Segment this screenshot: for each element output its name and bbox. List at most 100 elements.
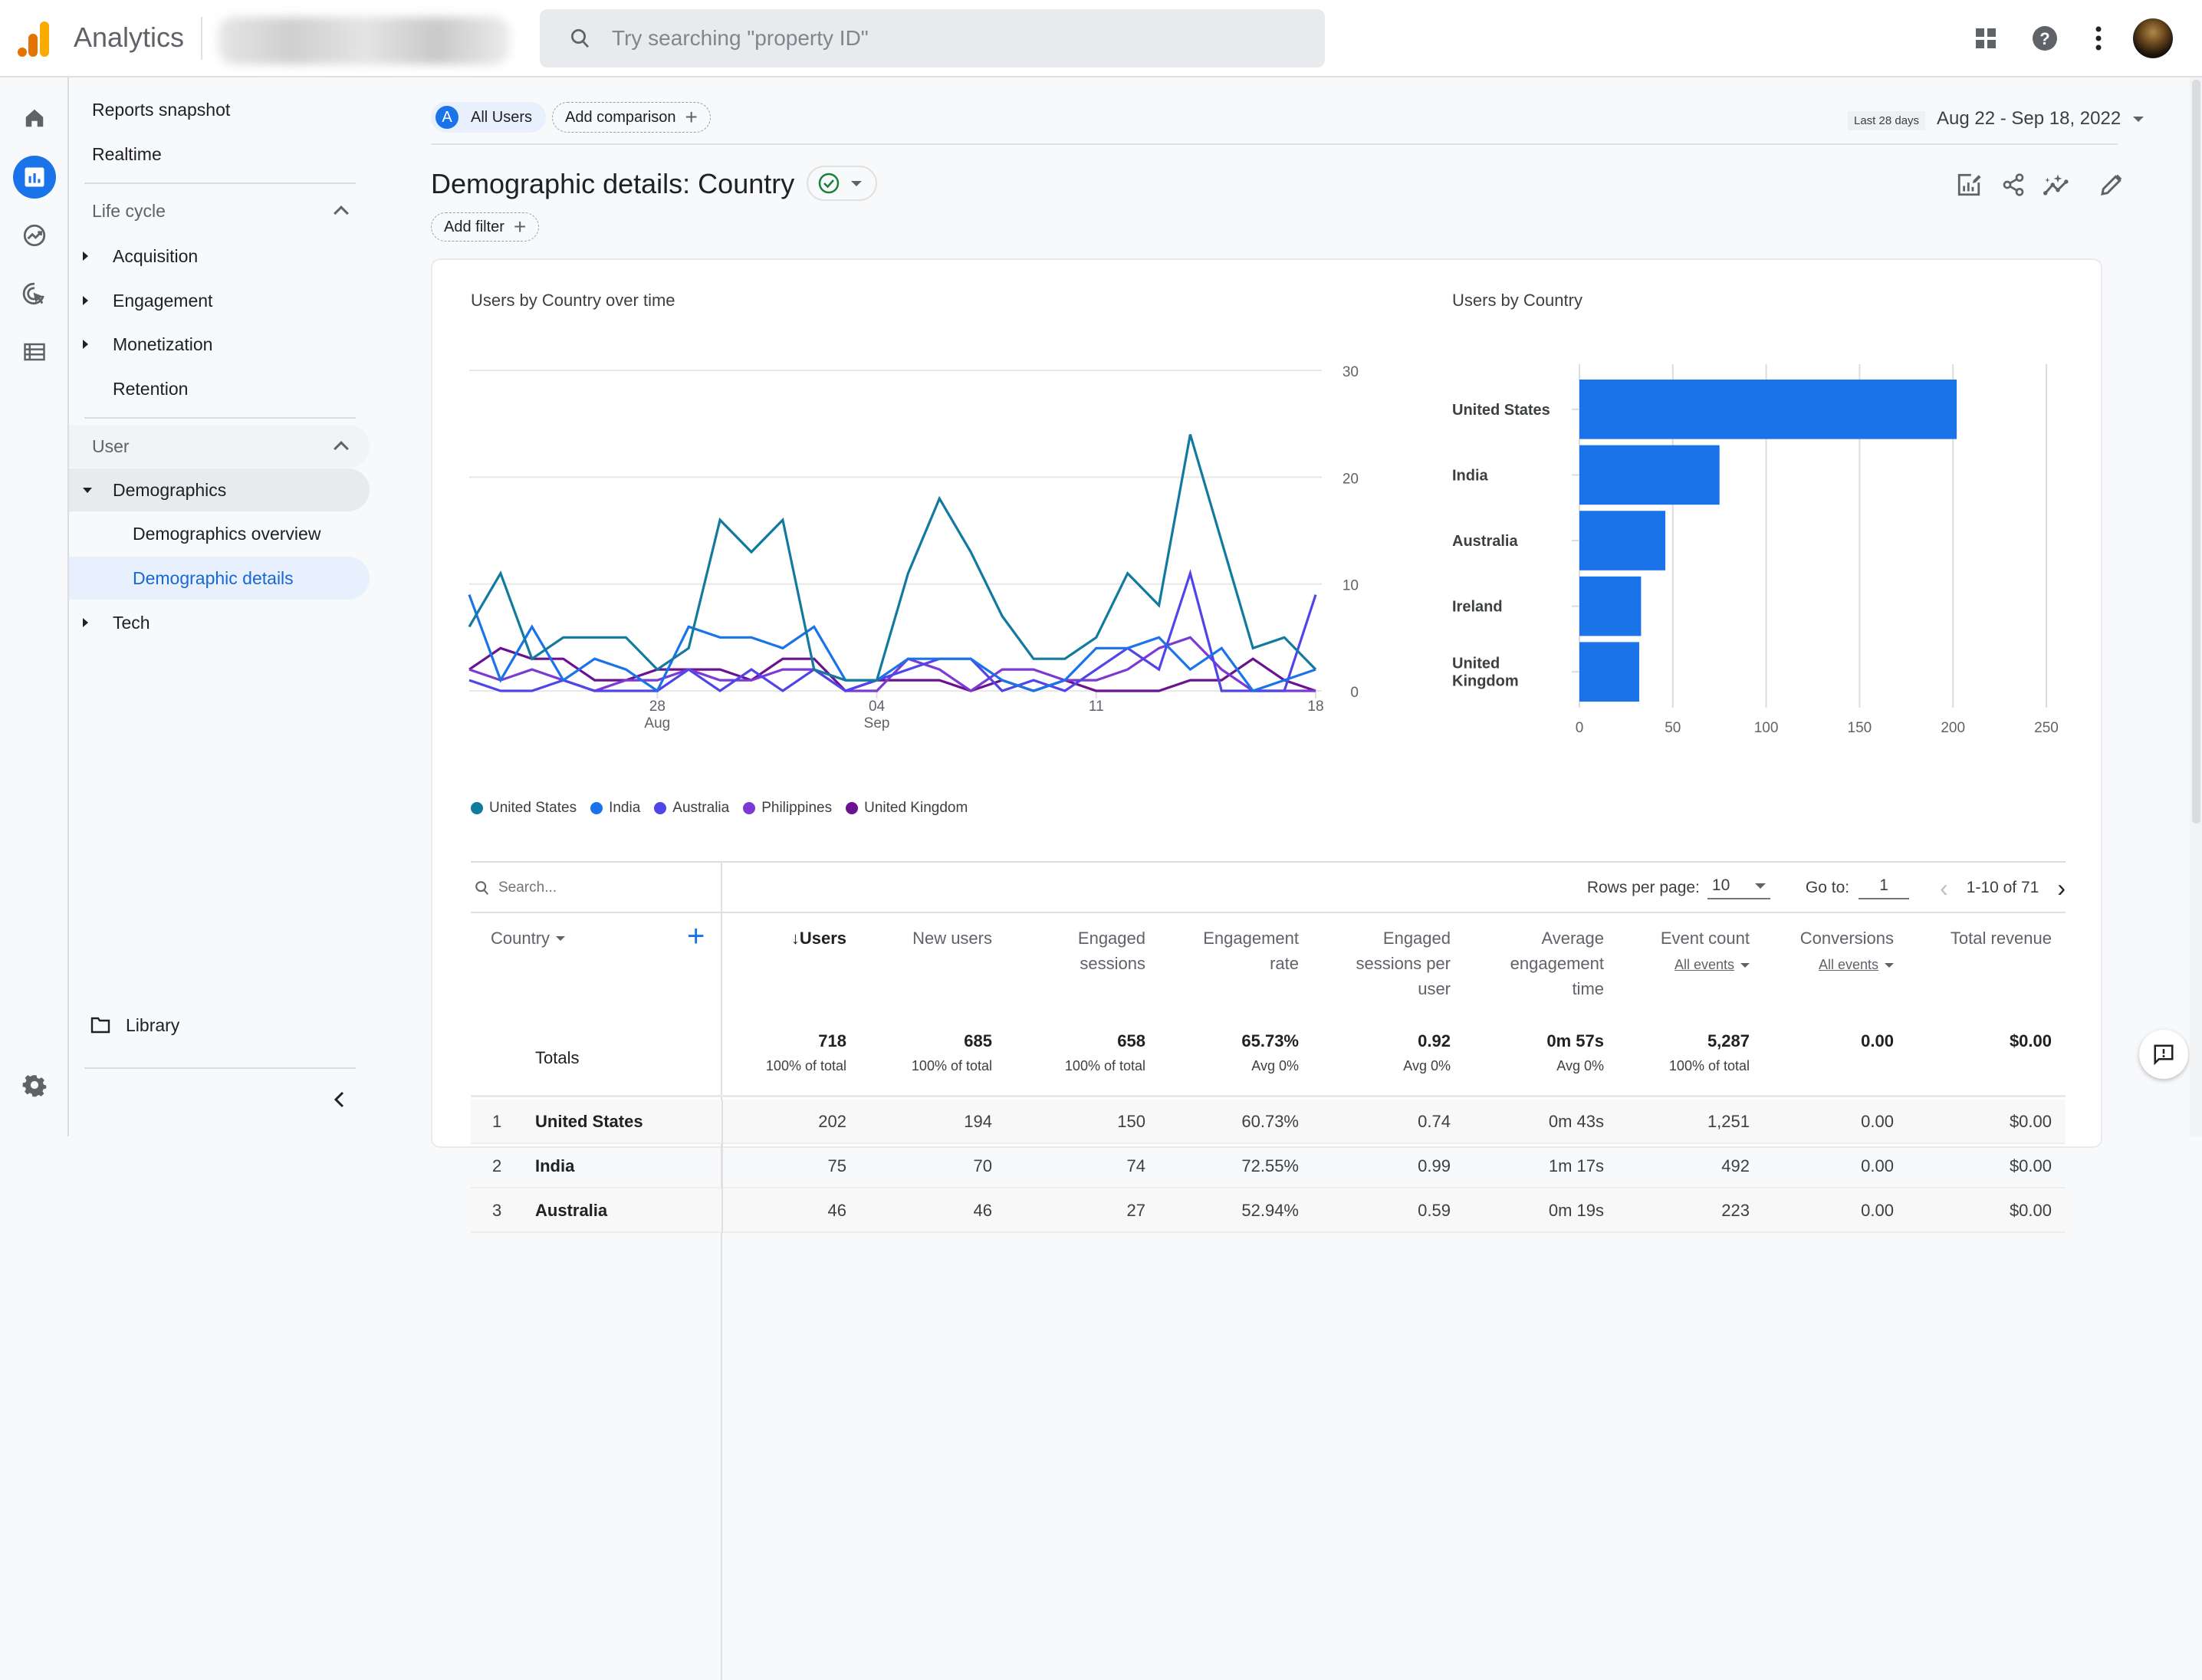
- account-avatar[interactable]: [2133, 18, 2173, 58]
- column-header[interactable]: Engaged sessions: [1078, 913, 1145, 1021]
- table-row[interactable]: 3 Australia 46 46 27 52.94% 0.59 0m 19s 223 0.00 $…: [471, 1188, 2066, 1233]
- folder-icon: [90, 1017, 110, 1034]
- search-icon: [571, 29, 590, 48]
- prev-page-icon[interactable]: ‹: [1940, 874, 1948, 902]
- pagination: Rows per page: 10 Go to: 1 ‹ 1-10 of 71 …: [1587, 863, 2066, 913]
- nav-demographics[interactable]: Demographics: [69, 468, 370, 511]
- column-header[interactable]: New users: [912, 913, 992, 1021]
- nav-library[interactable]: Library: [69, 1004, 370, 1047]
- metric-filter-select[interactable]: All events: [1819, 952, 1894, 978]
- nav-tech[interactable]: Tech: [69, 601, 370, 644]
- total-cell: 0m 57s Avg 0%: [1546, 1030, 1604, 1079]
- column-header[interactable]: Engagement rate: [1203, 913, 1299, 1021]
- row-country[interactable]: India: [535, 1156, 574, 1176]
- dimension-header-country[interactable]: Country: [491, 929, 566, 948]
- rows-per-page-select[interactable]: 10: [1707, 876, 1770, 899]
- add-dimension-plus-icon[interactable]: +: [687, 921, 705, 952]
- search-bar[interactable]: [540, 9, 1325, 67]
- bar-australia: [1579, 511, 1666, 570]
- nav-section-life-cycle[interactable]: Life cycle: [69, 189, 370, 232]
- column-header[interactable]: Event count All events: [1661, 913, 1750, 1021]
- nav-retention[interactable]: Retention: [69, 367, 370, 410]
- row-country[interactable]: United States: [535, 1112, 643, 1132]
- report-status-chip[interactable]: [807, 166, 877, 201]
- legend-item[interactable]: Philippines: [743, 800, 832, 817]
- customize-report-icon[interactable]: [1952, 168, 1986, 202]
- more-vert-icon[interactable]: [2082, 21, 2115, 55]
- column-header[interactable]: ↓Users: [791, 913, 846, 1021]
- help-icon[interactable]: ?: [2028, 21, 2062, 55]
- legend-item[interactable]: United States: [471, 800, 577, 817]
- legend-item[interactable]: Australia: [654, 800, 729, 817]
- table-row[interactable]: 1 United States 202 194 150 60.73% 0.74 0m 43s 1…: [471, 1100, 2066, 1144]
- explore-icon[interactable]: [13, 214, 56, 257]
- header-label: time: [1572, 979, 1604, 998]
- legend-item[interactable]: India: [590, 800, 640, 817]
- search-icon: [475, 881, 489, 895]
- search-input[interactable]: [612, 26, 1225, 51]
- page-scrollbar-thumb[interactable]: [2192, 80, 2200, 824]
- add-filter-button[interactable]: Add filter +: [431, 212, 540, 242]
- totals-label: Totals: [535, 1048, 580, 1067]
- total-value: 658: [1117, 1031, 1145, 1050]
- nav-demographics-overview[interactable]: Demographics overview: [69, 512, 370, 555]
- column-divider: [721, 1144, 723, 1188]
- dropdown-arrow-icon: [556, 936, 566, 941]
- add-comparison-button[interactable]: Add comparison +: [552, 102, 711, 133]
- header-label: ↓Users: [790, 929, 846, 948]
- table-cell: 72.55%: [1241, 1156, 1299, 1175]
- column-header[interactable]: Average engagement time: [1510, 913, 1604, 1021]
- x-tick-label: 50: [1665, 720, 1681, 736]
- goto-label: Go to:: [1805, 879, 1850, 896]
- nav-demographic-details[interactable]: Demographic details: [69, 557, 370, 600]
- column-divider: [721, 1100, 723, 1144]
- metric-filter-select[interactable]: All events: [1675, 952, 1750, 978]
- nav-section-user[interactable]: User: [69, 425, 370, 468]
- table-cell: 492: [1721, 1156, 1750, 1175]
- table-cell: 0.99: [1418, 1156, 1451, 1175]
- table-cell: 0.74: [1418, 1112, 1451, 1131]
- total-cell: $0.00: [2010, 1030, 2052, 1079]
- apps-grid-icon[interactable]: [1969, 21, 2003, 55]
- analytics-logo-icon[interactable]: [17, 20, 52, 58]
- home-icon[interactable]: [13, 97, 56, 140]
- nav-engagement[interactable]: Engagement: [69, 279, 370, 322]
- header-label: Engagement: [1203, 929, 1299, 948]
- nav-reports-snapshot[interactable]: Reports snapshot: [69, 88, 370, 131]
- settings-icon[interactable]: [13, 1064, 56, 1106]
- advertising-icon[interactable]: [13, 272, 56, 315]
- plus-icon: +: [513, 215, 527, 238]
- nav-realtime[interactable]: Realtime: [69, 133, 370, 176]
- column-header[interactable]: Engaged sessions per user: [1356, 913, 1451, 1021]
- nav-monetization[interactable]: Monetization: [69, 323, 370, 366]
- legend-item[interactable]: United Kingdom: [846, 800, 968, 817]
- table-search-input[interactable]: [498, 879, 698, 896]
- goto-page-input[interactable]: 1: [1859, 876, 1910, 899]
- row-country[interactable]: Australia: [535, 1201, 607, 1221]
- comparison-chip-all-users[interactable]: A All Users: [431, 102, 547, 133]
- table-row[interactable]: 2 India 75 70 74 72.55% 0.99 1m 17s 492 0.00 $0.00: [471, 1144, 2066, 1188]
- divider: [84, 417, 356, 419]
- x-tick-label: 150: [1848, 720, 1872, 736]
- legend-label: United States: [489, 800, 577, 816]
- account-property-picker[interactable]: [219, 17, 510, 64]
- date-range-picker[interactable]: Aug 22 - Sep 18, 2022: [1937, 108, 2144, 130]
- next-page-icon[interactable]: ›: [2057, 874, 2066, 902]
- share-icon[interactable]: [1997, 168, 2030, 202]
- insights-icon[interactable]: [2041, 168, 2075, 202]
- column-divider: [721, 1188, 723, 1233]
- nav-acquisition[interactable]: Acquisition: [69, 235, 370, 278]
- table-search[interactable]: [471, 863, 722, 913]
- row-index: 2: [492, 1156, 502, 1175]
- header-label: Event count: [1660, 929, 1750, 948]
- column-header[interactable]: Conversions All events: [1800, 913, 1894, 1021]
- y-tick-label: 30: [1343, 364, 1359, 380]
- total-value: 685: [964, 1031, 992, 1050]
- configure-icon[interactable]: [13, 330, 56, 373]
- edit-icon[interactable]: [2095, 168, 2128, 202]
- nav-label: Library: [126, 1014, 180, 1035]
- reports-icon[interactable]: [13, 156, 56, 199]
- feedback-button[interactable]: [2139, 1030, 2188, 1079]
- column-header[interactable]: Total revenue: [1951, 913, 2052, 1021]
- collapse-nav-chevron-icon[interactable]: [328, 1088, 351, 1111]
